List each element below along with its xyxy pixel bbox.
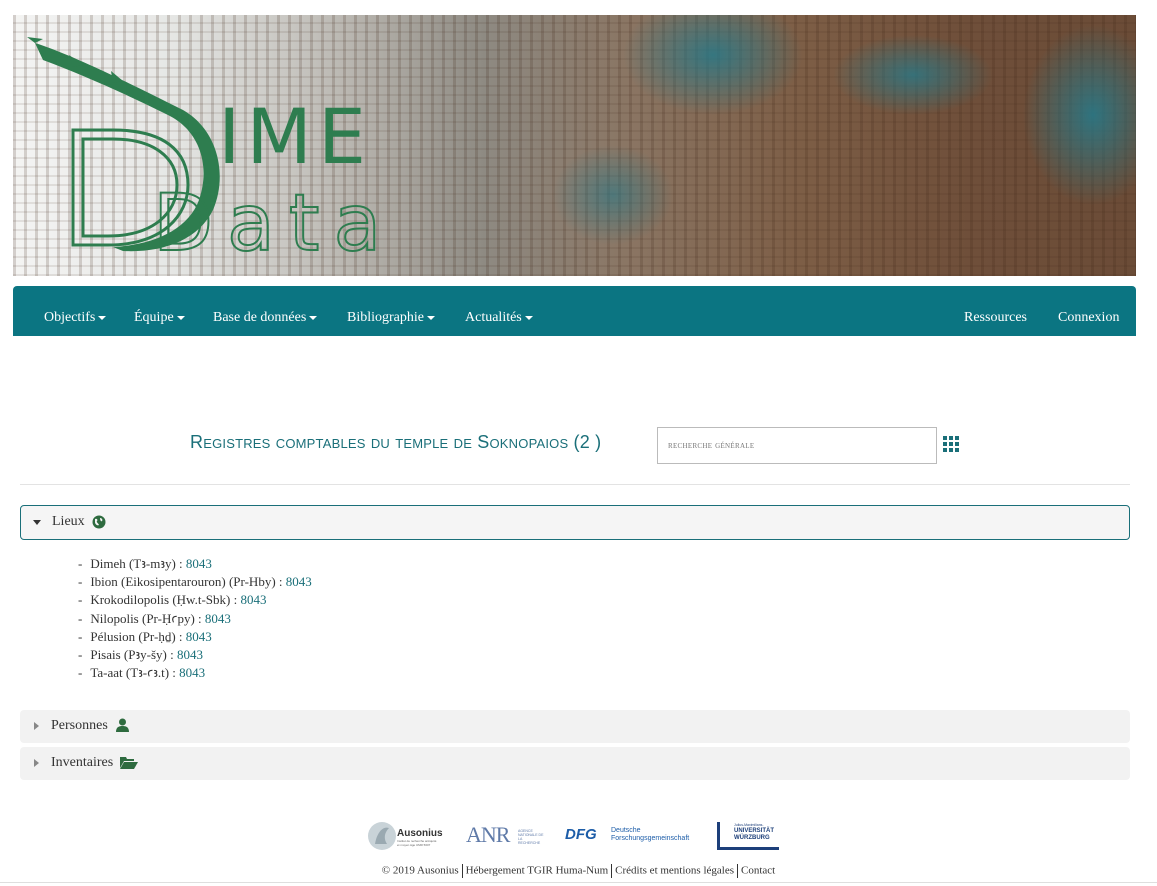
place-link[interactable]: 8043 — [177, 647, 203, 662]
bottom-rule — [0, 882, 1157, 883]
folder-open-icon — [120, 757, 138, 769]
page-title: Registres comptables du temple de Soknop… — [190, 432, 602, 452]
wuerzburg-logo[interactable]: Julius-Maximilians- UNIVERSITÄT WÜRZBURG — [717, 822, 779, 850]
place-link[interactable]: 8043 — [186, 556, 212, 571]
footer-link-contact[interactable]: Contact — [741, 865, 775, 877]
divider — [20, 484, 1130, 485]
caret-down-icon — [176, 315, 185, 320]
caret-down-icon — [309, 315, 318, 320]
footer-links: © 2019 Ausonius Hébergement TGIR Huma-Num… — [0, 864, 1157, 878]
footer-link-credits[interactable]: Crédits et mentions légales — [615, 865, 734, 877]
panel-title-inventaires: Inventaires — [51, 755, 114, 770]
caret-down-icon — [33, 520, 41, 525]
list-item: - Ta-aat (Tꜣ-ꜥꜣ.t) : 8043 — [78, 665, 206, 681]
caret-right-icon — [34, 759, 39, 767]
anr-logo[interactable]: ANR AGENCE NATIONALE DE LA RECHERCHE — [466, 822, 546, 852]
caret-down-icon — [524, 315, 533, 320]
place-link[interactable]: 8043 — [179, 665, 205, 680]
list-item: - Pélusion (Pr-ḥḏ) : 8043 — [78, 628, 212, 644]
panel-title-personnes: Personnes — [51, 718, 108, 733]
ausonius-logo[interactable]: Ausonius Institut de recherche antiquité… — [367, 818, 443, 854]
list-item: - Pisais (Pꜣy-šy) : 8043 — [78, 647, 203, 663]
separator — [737, 864, 738, 878]
crocodile-logo[interactable]: D IME Data — [13, 15, 453, 276]
caret-down-icon — [98, 315, 107, 320]
nav-connexion[interactable]: Connexion — [1058, 310, 1119, 326]
panel-personnes[interactable]: Personnes — [20, 710, 1130, 743]
place-link[interactable]: 8043 — [240, 592, 266, 607]
panel-title-lieux: Lieux — [52, 514, 85, 529]
place-link[interactable]: 8043 — [205, 611, 231, 626]
footer-copyright: © 2019 Ausonius — [381, 864, 459, 877]
header-banner: D IME Data — [13, 15, 1136, 276]
list-item: - Dimeh (Tꜣ-mꜣy) : 8043 — [78, 556, 212, 571]
globe-icon — [92, 515, 106, 529]
list-item: - Ibion (Eikosipentarouron) (Pr-Hby) : 80… — [78, 574, 312, 590]
nav-bibliographie[interactable]: Bibliographie — [347, 310, 435, 326]
dfg-logo[interactable]: DFG Deutsche Forschungsgemeinschaft — [565, 826, 690, 848]
nav-ressources[interactable]: Ressources — [964, 310, 1027, 326]
footer-link-hebergement[interactable]: Hébergement TGIR Huma-Num — [466, 865, 609, 877]
place-link[interactable]: 8043 — [186, 629, 212, 644]
search-input[interactable] — [657, 427, 937, 464]
nav-actualites[interactable]: Actualités — [465, 310, 533, 326]
place-link[interactable]: 8043 — [286, 574, 312, 589]
panel-inventaires[interactable]: Inventaires — [20, 747, 1130, 780]
logo-text-bottom: Data — [153, 179, 395, 269]
separator — [611, 864, 613, 878]
ausonius-emblem-icon — [368, 822, 396, 850]
places-list: - Dimeh (Tꜣ-mꜣy) : 8043 - Ibion (Eikosipen… — [78, 555, 312, 682]
list-item: - Nilopolis (Pr-Ḥꜥpy) : 8043 — [78, 610, 231, 626]
nav-base-de-donnees[interactable]: Base de données — [213, 310, 318, 326]
main-navbar: Objectifs Équipe Base de données Bibliog… — [13, 286, 1136, 336]
list-item: - Krokodilopolis (Ḥw.t-Sbk) : 8043 — [78, 592, 267, 608]
caret-down-icon — [427, 315, 435, 320]
user-icon — [116, 718, 129, 732]
logo-text-top: IME — [218, 92, 372, 181]
nav-objectifs[interactable]: Objectifs — [44, 310, 107, 326]
nav-equipe[interactable]: Équipe — [134, 310, 185, 326]
th-grid-icon[interactable] — [943, 436, 959, 452]
caret-right-icon — [34, 722, 39, 730]
panel-lieux[interactable]: Lieux — [20, 505, 1130, 540]
separator — [461, 864, 463, 878]
